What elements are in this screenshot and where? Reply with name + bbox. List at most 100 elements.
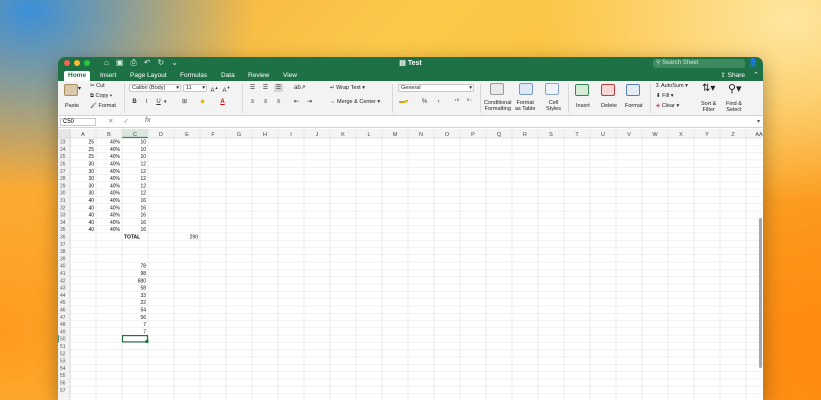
italic-button[interactable]: I — [142, 98, 151, 106]
font-size-select[interactable]: 11 ▾ — [183, 84, 207, 92]
cell-b34[interactable]: 40% — [110, 220, 121, 226]
row-header-28[interactable]: 28 — [60, 176, 66, 182]
row-header-48[interactable]: 48 — [60, 322, 66, 328]
autosum-button[interactable]: Σ AutoSum ▾ — [656, 83, 688, 89]
column-header-r[interactable]: R — [523, 132, 527, 138]
align-middle-icon[interactable]: ☰ — [261, 84, 270, 92]
conditional-formatting-button[interactable]: Conditional Formatting — [484, 100, 512, 112]
column-header-l[interactable]: L — [367, 132, 370, 138]
cell-b35[interactable]: 40% — [110, 227, 121, 233]
cell-styles-button[interactable]: Cell Styles — [546, 100, 561, 112]
cell-c27[interactable]: 12 — [140, 169, 146, 175]
magnifier-icon[interactable]: ⚲▾ — [728, 82, 742, 95]
cell-a25[interactable]: 25 — [88, 154, 94, 160]
row-header-45[interactable]: 45 — [60, 300, 66, 306]
cell-c47[interactable]: 56 — [140, 315, 146, 321]
row-header-41[interactable]: 41 — [60, 271, 66, 277]
paste-dropdown-icon[interactable]: ▾ — [78, 85, 81, 92]
row-header-30[interactable]: 30 — [60, 191, 66, 197]
delete-cells-icon[interactable] — [601, 84, 615, 96]
conditional-formatting-icon[interactable] — [490, 83, 504, 95]
fill-handle[interactable] — [145, 339, 149, 343]
underline-dropdown-icon[interactable]: ▾ — [164, 99, 167, 105]
row-header-27[interactable]: 27 — [60, 169, 66, 175]
column-header-o[interactable]: O — [445, 132, 450, 138]
cell-b24[interactable]: 40% — [110, 147, 121, 153]
column-header-x[interactable]: X — [679, 132, 683, 138]
format-as-table-button[interactable]: Format as Table — [515, 100, 535, 112]
cell-a33[interactable]: 40 — [88, 213, 94, 219]
tab-page-layout[interactable]: Page Layout — [126, 71, 171, 81]
cell-b32[interactable]: 40% — [110, 205, 121, 211]
cell-c43[interactable]: 58 — [140, 286, 146, 292]
cell-c42[interactable]: 680 — [138, 278, 147, 284]
wrap-text-button[interactable]: ↵ Wrap Text ▾ — [330, 85, 365, 91]
tab-formulas[interactable]: Formulas — [176, 71, 211, 81]
column-header-s[interactable]: S — [549, 132, 553, 138]
tab-home[interactable]: Home — [64, 71, 91, 81]
cell-c36[interactable]: TOTAL — [124, 235, 140, 241]
font-color-icon[interactable]: A — [218, 98, 227, 106]
cell-c29[interactable]: 12 — [140, 183, 146, 189]
row-header-51[interactable]: 51 — [60, 344, 66, 350]
tab-data[interactable]: Data — [217, 71, 239, 81]
column-header-m[interactable]: M — [393, 132, 398, 138]
vertical-scrollbar-thumb[interactable] — [759, 218, 762, 368]
insert-cells-label[interactable]: Insert — [576, 103, 590, 109]
font-name-select[interactable]: Calibri (Body) ▾ — [129, 84, 181, 92]
column-header-y[interactable]: Y — [705, 132, 709, 138]
row-header-52[interactable]: 52 — [60, 351, 66, 357]
spreadsheet-grid[interactable]: A B C D E F G H I J K L M N O P Q R S T U V W X Y Z AA23 25 40% 1024 2… — [58, 129, 763, 400]
row-header-33[interactable]: 33 — [60, 213, 66, 219]
row-header-26[interactable]: 26 — [60, 162, 66, 168]
column-header-k[interactable]: K — [341, 132, 345, 138]
number-format-select[interactable]: General ▾ — [398, 84, 474, 92]
column-header-p[interactable]: P — [471, 132, 475, 138]
cell-c30[interactable]: 12 — [140, 191, 146, 197]
increase-font-icon[interactable]: A▲ — [210, 84, 219, 94]
cell-b25[interactable]: 40% — [110, 154, 121, 160]
fill-color-icon[interactable]: ◆ — [198, 98, 207, 106]
paste-icon[interactable] — [64, 84, 78, 96]
column-header-j[interactable]: J — [316, 132, 319, 138]
row-header-39[interactable]: 39 — [60, 256, 66, 262]
row-header-37[interactable]: 37 — [60, 242, 66, 248]
increase-decimal-icon[interactable]: ⁺⁰ — [452, 98, 461, 106]
cell-c48[interactable]: 7 — [143, 322, 146, 328]
column-header-h[interactable]: H — [263, 132, 267, 138]
cell-c41[interactable]: 98 — [140, 271, 146, 277]
align-center-icon[interactable]: ≡ — [261, 98, 270, 106]
copy-button[interactable]: ⧉ Copy ▾ — [90, 93, 112, 100]
confirm-icon[interactable]: ✓ — [123, 117, 128, 125]
format-cells-icon[interactable] — [626, 84, 640, 96]
increase-indent-icon[interactable]: ⇥ — [305, 98, 314, 106]
row-header-35[interactable]: 35 — [60, 227, 66, 233]
column-header-q[interactable]: Q — [497, 132, 502, 138]
row-header-49[interactable]: 49 — [60, 329, 66, 335]
row-header-40[interactable]: 40 — [60, 264, 66, 270]
cell-a26[interactable]: 30 — [88, 162, 94, 168]
row-header-31[interactable]: 31 — [60, 198, 66, 204]
cell-a27[interactable]: 30 — [88, 169, 94, 175]
row-header-50[interactable]: 50 — [60, 337, 66, 343]
cell-c23[interactable]: 10 — [140, 140, 146, 146]
cut-button[interactable]: ✂ Cut — [90, 83, 105, 89]
align-top-icon[interactable]: ☰ — [248, 84, 257, 92]
name-box[interactable]: C50 — [60, 118, 96, 126]
column-header-e[interactable]: E — [185, 132, 189, 138]
cell-c46[interactable]: 54 — [140, 308, 146, 314]
format-cells-label[interactable]: Format — [625, 103, 642, 109]
row-header-42[interactable]: 42 — [60, 278, 66, 284]
column-header-a[interactable]: A — [81, 132, 85, 138]
underline-button[interactable]: U — [154, 98, 163, 106]
bold-button[interactable]: B — [130, 98, 139, 106]
row-header-23[interactable]: 23 — [60, 140, 66, 146]
column-header-b[interactable]: B — [107, 132, 111, 138]
row-header-43[interactable]: 43 — [60, 286, 66, 292]
cell-a23[interactable]: 25 — [88, 140, 94, 146]
cell-c45[interactable]: 22 — [140, 300, 146, 306]
tab-view[interactable]: View — [279, 71, 301, 81]
row-header-46[interactable]: 46 — [60, 308, 66, 314]
column-header-aa[interactable]: AA — [755, 132, 763, 138]
row-header-44[interactable]: 44 — [60, 293, 66, 299]
